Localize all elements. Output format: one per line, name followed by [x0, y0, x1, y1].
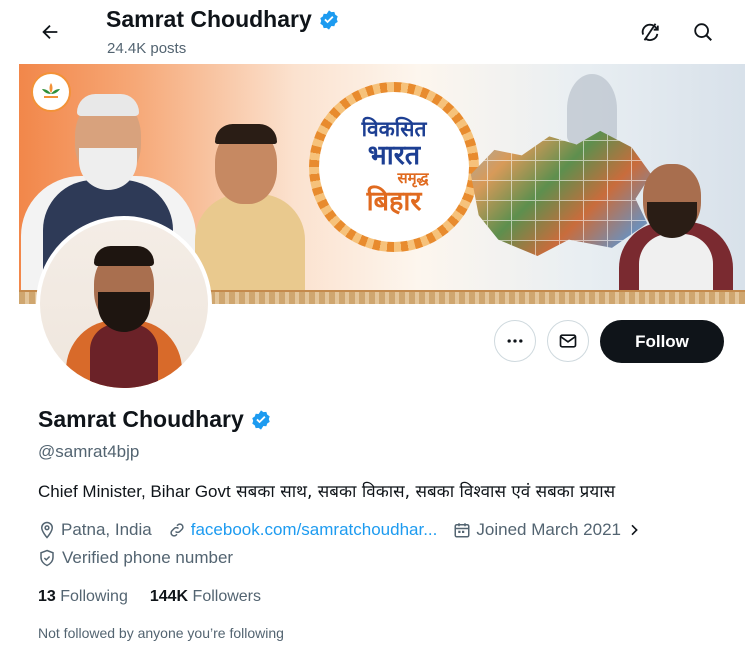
- verified-phone: Verified phone number: [38, 546, 233, 570]
- followers-link[interactable]: 144K Followers: [150, 588, 261, 606]
- bio-title: Chief Minister, Bihar Govt: [38, 482, 231, 501]
- sync-button[interactable]: [632, 14, 668, 50]
- follow-stats: 13 Following 144K Followers: [38, 588, 261, 606]
- following-count: 13: [38, 588, 56, 605]
- followers-count: 144K: [149, 588, 189, 605]
- verified-badge-icon[interactable]: [250, 409, 272, 431]
- search-icon: [694, 23, 712, 41]
- location-pin-icon: [40, 521, 54, 539]
- avatar-hair: [94, 246, 154, 266]
- verified-phone-text: Verified phone number: [62, 548, 234, 567]
- emblem-line-4: बिहार: [366, 185, 422, 217]
- banner-figure-1-hair: [77, 94, 139, 116]
- location: Patna, India: [38, 520, 152, 540]
- verified-badge-icon: [320, 9, 338, 30]
- message-button[interactable]: [547, 320, 589, 362]
- lotus-logo-icon: [31, 72, 71, 112]
- emblem-line-1: विकसित: [361, 116, 427, 141]
- shield-check-icon: [40, 549, 54, 567]
- mail-icon: [559, 334, 577, 348]
- more-dots-icon: [507, 339, 523, 343]
- avatar[interactable]: [36, 216, 212, 392]
- calendar-icon: [454, 523, 470, 538]
- post-count: 24.4K posts: [107, 40, 187, 57]
- more-button[interactable]: [494, 320, 536, 362]
- top-bar: Samrat Choudhary 24.4K posts: [0, 0, 750, 62]
- emblem-line-2: भारत: [367, 139, 421, 171]
- follow-button[interactable]: Follow: [600, 320, 724, 363]
- joined-date: Joined March 2021: [453, 520, 642, 540]
- banner-emblem: विकसित भारत समृद्ध बिहार: [309, 82, 479, 252]
- profile-name: Samrat Choudhary: [38, 406, 272, 433]
- bio-slogan: सबका साथ, सबका विकास, सबका विश्वास एवं स…: [230, 482, 616, 502]
- following-link[interactable]: 13 Following: [38, 588, 128, 606]
- search-button[interactable]: [685, 14, 721, 50]
- emblem-line-3: समृद्ध: [397, 169, 429, 188]
- profile-meta: Patna, India facebook.com/samratchoudhar…: [38, 518, 658, 542]
- joined-text: Joined March 2021: [476, 520, 621, 539]
- banner-statue: [567, 74, 617, 144]
- banner-emblem-text: विकसित भारत समृद्ध बिहार: [319, 92, 469, 242]
- banner-figure-2: [195, 194, 305, 298]
- following-label: Following: [60, 588, 128, 605]
- profile-bio: Chief Minister, Bihar Govt सबका साथ, सबक…: [38, 479, 615, 502]
- back-button[interactable]: [30, 14, 70, 50]
- avatar-photo: [40, 220, 208, 388]
- arrow-left-icon: [42, 24, 58, 40]
- header-title: Samrat Choudhary: [106, 6, 340, 33]
- website[interactable]: facebook.com/samratchoudhar...: [168, 520, 438, 540]
- link-icon: [170, 523, 184, 537]
- followers-label: Followers: [192, 588, 262, 605]
- avatar-vest: [90, 324, 158, 388]
- banner-figure-2-hair: [215, 124, 277, 144]
- website-link[interactable]: facebook.com/samratchoudhar...: [191, 520, 438, 540]
- banner-figure-3-shirt: [639, 234, 713, 298]
- profile-name-text: Samrat Choudhary: [38, 406, 244, 432]
- chevron-right-icon[interactable]: [626, 522, 642, 538]
- header-name: Samrat Choudhary: [106, 6, 312, 32]
- profile-handle: @samrat4bjp: [38, 442, 140, 461]
- location-text: Patna, India: [61, 520, 152, 539]
- sync-off-icon: [641, 23, 659, 41]
- mutual-followers-note: Not followed by anyone you’re following: [38, 625, 284, 641]
- banner-map-grid: [470, 130, 652, 256]
